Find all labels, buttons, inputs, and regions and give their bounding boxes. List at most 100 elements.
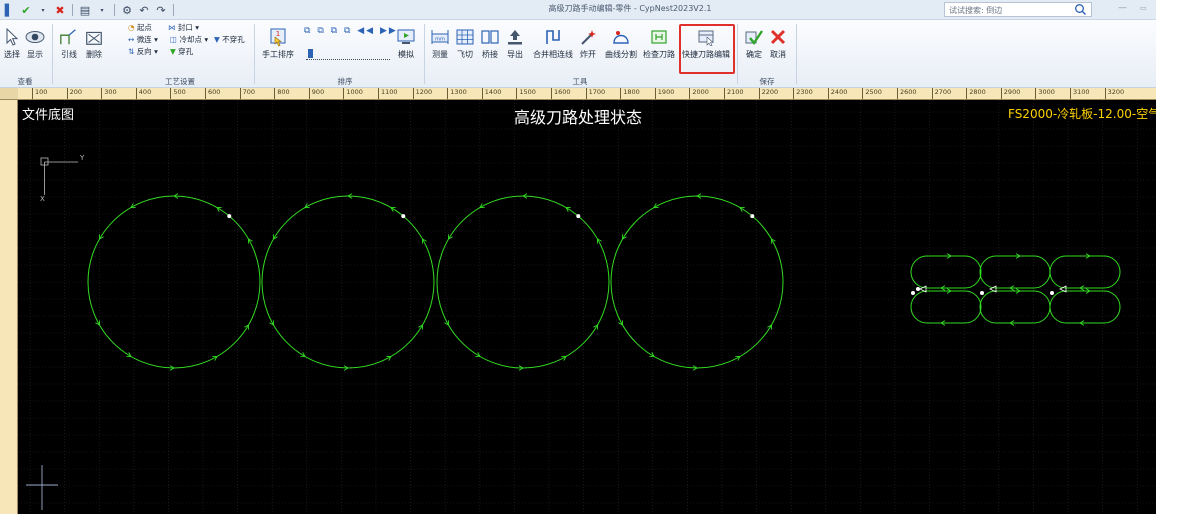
ruler-tick-label: 2600 [897, 88, 917, 99]
export-button[interactable]: 导出 [505, 26, 525, 60]
slot-part-contour [910, 290, 982, 324]
sort-order-icon[interactable]: ⧉ [317, 26, 325, 36]
search-input[interactable]: 试试搜索: 倒边 [944, 2, 1092, 17]
grid-fly-cut-icon [455, 26, 475, 48]
window-title: 高级刀路手动编辑-零件 - CypNest2023V2.1 [548, 4, 712, 13]
title-bar: ▌ ✔ ▾ ✖ ▤ ▾ ⚙ ↶ ↷ 高级刀路手动编辑-零件 - CypNest2… [0, 0, 1156, 20]
export-icon [505, 26, 525, 48]
divider [173, 4, 174, 16]
slot-part-contour [979, 255, 1051, 289]
chevron-down-icon: ▾ [154, 47, 158, 56]
select-tool-button[interactable]: 选择 [2, 26, 22, 60]
ruler-tick-label: 900 [308, 88, 324, 99]
start-point-marker [1050, 291, 1054, 295]
seal-button[interactable]: ⋈ 封口 ▾ [168, 23, 199, 33]
ruler-tick-label: 300 [101, 88, 117, 99]
save-disk-icon[interactable]: ▤ [78, 2, 92, 18]
fly-cut-button[interactable]: 飞切 [455, 26, 475, 60]
minimize-icon[interactable]: — [1118, 3, 1127, 13]
dropdown-arrow-icon[interactable]: ▾ [36, 2, 50, 18]
rewind-icon[interactable]: ◀◀ [357, 26, 375, 36]
explode-wand-icon [578, 26, 598, 48]
confirm-button[interactable]: 确定 [744, 26, 764, 60]
manual-sort-button[interactable]: 1 手工排序 [262, 26, 294, 60]
axis-y-label: Y [79, 154, 85, 162]
check-path-button[interactable]: 检查刀路 [643, 26, 675, 60]
cooling-point-button[interactable]: ◫ 冷却点 ▾ [170, 35, 208, 45]
slider-thumb[interactable] [308, 49, 313, 58]
ruler-tick-label: 700 [239, 88, 255, 99]
merge-lines-button[interactable]: 合并相连线 [533, 26, 573, 60]
reverse-button[interactable]: ⇅ 反向 ▾ [128, 47, 158, 57]
settings-gear-icon[interactable]: ⚙ [120, 2, 134, 18]
redo-icon[interactable]: ↷ [154, 2, 168, 18]
sort-order-icon[interactable]: ⧉ [304, 26, 312, 36]
group-label-process: 工艺设置 [165, 77, 195, 86]
ruler-tick-label: 600 [205, 88, 220, 99]
curve-split-button[interactable]: 曲线分割 [605, 26, 637, 60]
delete-lead-icon [84, 26, 104, 48]
start-point-marker [911, 291, 915, 295]
drawing-canvas[interactable]: YX 文件底图 高级刀路处理状态 FS2000-冷轧板-12.00-空气 [18, 100, 1156, 514]
start-point-button[interactable]: ◔ 起点 [128, 23, 152, 33]
chevron-down-icon: ▾ [154, 35, 158, 44]
ruler-tick-label: 100 [32, 88, 47, 99]
delete-lead-button[interactable]: 删除 [84, 26, 104, 60]
start-point-marker [576, 214, 581, 219]
simulate-button[interactable]: 模拟 [396, 26, 416, 60]
ruler-corner [0, 88, 18, 100]
sort-order-icon[interactable]: ⧉ [344, 26, 352, 36]
divider [72, 4, 73, 16]
app-menu-icon[interactable]: ▌ [2, 2, 16, 18]
sort-order-icon[interactable]: ⧉ [331, 26, 339, 36]
group-label-save: 保存 [759, 77, 775, 86]
ruler-tick-label: 2300 [793, 88, 813, 99]
explode-button[interactable]: 炸开 [578, 26, 598, 60]
ruler-tick-label: 2100 [724, 88, 744, 99]
ruler-tick-label: 1000 [343, 88, 363, 99]
bridge-button[interactable]: 桥接 [480, 26, 500, 60]
cancel-button[interactable]: 取消 [768, 26, 788, 60]
ruler-tick-label: 2800 [966, 88, 986, 99]
vertical-ruler [0, 100, 18, 514]
ruler-tick-label: 2000 [689, 88, 709, 99]
ribbon-toolbar: 选择 显示 查看 引线 删除 ◔ 起点 ⋈ 封口 ▾ ↔ 微连 ▾ ◫ 冷却点 … [0, 20, 1156, 88]
sort-slider[interactable] [306, 49, 390, 60]
svg-text:1: 1 [276, 30, 280, 38]
manual-sort-icon: 1 [268, 26, 288, 48]
ruler-tick-label: 2900 [1000, 88, 1020, 99]
ruler-tick-label: 1400 [481, 88, 501, 99]
horizontal-ruler: 100 200 300 400 500 600 700 800 900 1000 1100 1200 1… [18, 88, 1156, 100]
dropdown-arrow-icon[interactable]: ▾ [95, 2, 109, 18]
display-tool-button[interactable]: 显示 [25, 26, 45, 60]
axis-x-label: X [40, 195, 45, 203]
start-point-icon: ◔ [128, 23, 135, 32]
micro-joint-button[interactable]: ↔ 微连 ▾ [128, 35, 158, 45]
measure-button[interactable]: mm 测量 [430, 26, 450, 60]
confirm-check-icon[interactable]: ✔ [19, 2, 33, 18]
group-divider [796, 24, 797, 84]
cancel-x-icon[interactable]: ✖ [53, 2, 67, 18]
group-label-view: 查看 [17, 77, 33, 86]
sort-tools-row: ⧉ ⧉ ⧉ ⧉ ◀◀ ▶▶ [304, 26, 398, 36]
start-point-marker [227, 214, 232, 219]
cooling-point-icon: ◫ [170, 35, 178, 44]
ruler-tick-label: 3100 [1070, 88, 1090, 99]
ruler-tick-label: 1700 [585, 88, 605, 99]
start-point-marker [980, 291, 984, 295]
check-path-icon [649, 26, 669, 48]
cursor-arrow-icon [2, 26, 22, 48]
ruler-tick-label: 3200 [1104, 88, 1124, 99]
start-point-marker [401, 214, 406, 219]
ruler-tick-label: 1800 [620, 88, 640, 99]
pierce-button[interactable]: ▼ 穿孔 [170, 47, 193, 57]
restore-icon[interactable]: ▭ [1140, 4, 1147, 12]
group-label-sort: 排序 [337, 77, 353, 86]
undo-icon[interactable]: ↶ [137, 2, 151, 18]
ruler-tick-label: 1100 [378, 88, 398, 99]
no-pierce-button[interactable]: ▼ 不穿孔 [214, 35, 245, 45]
canvas-drawing: YX [18, 100, 1156, 514]
lead-line-button[interactable]: 引线 [59, 26, 79, 60]
search-icon[interactable] [1074, 3, 1087, 16]
slot-part-contour [1049, 255, 1121, 289]
